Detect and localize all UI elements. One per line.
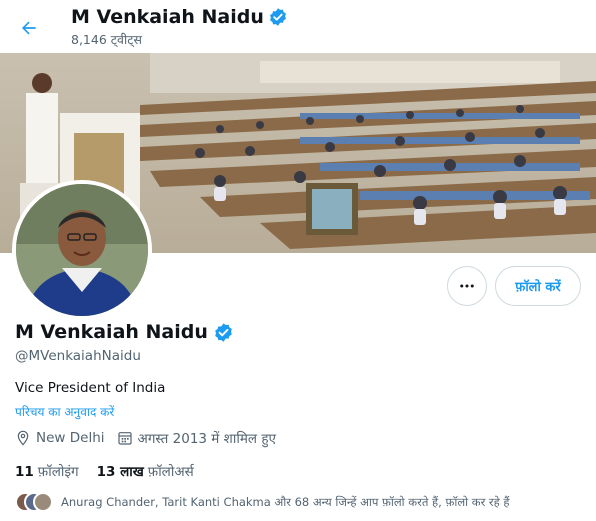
profile-bio: Vice President of India: [15, 380, 166, 396]
following-label: फ़ॉलोइंग: [37, 464, 79, 480]
follow-stats: 11 फ़ॉलोइंग 13 लाख फ़ॉलोअर्स: [15, 462, 212, 480]
follower-avatars: [15, 492, 53, 512]
followers-link[interactable]: 13 लाख फ़ॉलोअर्स: [97, 462, 194, 480]
avatar-image: [16, 184, 148, 316]
followers-count: 13 लाख: [96, 464, 144, 480]
more-options-button[interactable]: [447, 266, 487, 306]
calendar-icon: [117, 432, 132, 445]
location-text: New Delhi: [36, 430, 105, 446]
joined-item: अगस्त 2013 में शामिल हुए: [117, 429, 277, 447]
profile-name-row: M Venkaiah Naidu: [15, 321, 234, 343]
profile-name: M Venkaiah Naidu: [15, 321, 208, 343]
top-bar: M Venkaiah Naidu 8,146 ट्वीट्स: [0, 0, 596, 53]
following-link[interactable]: 11 फ़ॉलोइंग: [15, 462, 79, 480]
profile-avatar[interactable]: [12, 180, 152, 320]
profile-meta: New Delhi अगस्त 2013 में शामिल हुए: [15, 429, 288, 447]
followed-by-row[interactable]: Anurag Chander, Tarit Kanti Chakma और 68…: [15, 492, 510, 512]
location-item: New Delhi: [15, 430, 105, 446]
followed-by-text: Anurag Chander, Tarit Kanti Chakma और 68…: [61, 494, 510, 509]
translate-bio-link[interactable]: परिचय का अनुवाद करें: [15, 403, 114, 420]
followers-label: फ़ॉलोअर्स: [147, 464, 194, 480]
verified-badge-icon: [215, 322, 232, 342]
follow-button[interactable]: फ़ॉलो करें: [495, 266, 581, 306]
back-button[interactable]: [14, 13, 44, 43]
joined-text: अगस्त 2013 में शामिल हुए: [137, 431, 277, 447]
following-count: 11: [15, 464, 34, 480]
profile-handle: @MVenkaiahNaidu: [15, 348, 141, 364]
more-icon: [460, 284, 474, 288]
follower-avatar: [33, 492, 53, 512]
header-name: M Venkaiah Naidu: [71, 6, 264, 28]
verified-badge-icon: [269, 8, 286, 26]
back-arrow-icon: [22, 21, 36, 35]
location-icon: [17, 430, 29, 446]
header-name-row: M Venkaiah Naidu: [71, 6, 288, 28]
tweet-count: 8,146 ट्वीट्स: [71, 32, 142, 47]
